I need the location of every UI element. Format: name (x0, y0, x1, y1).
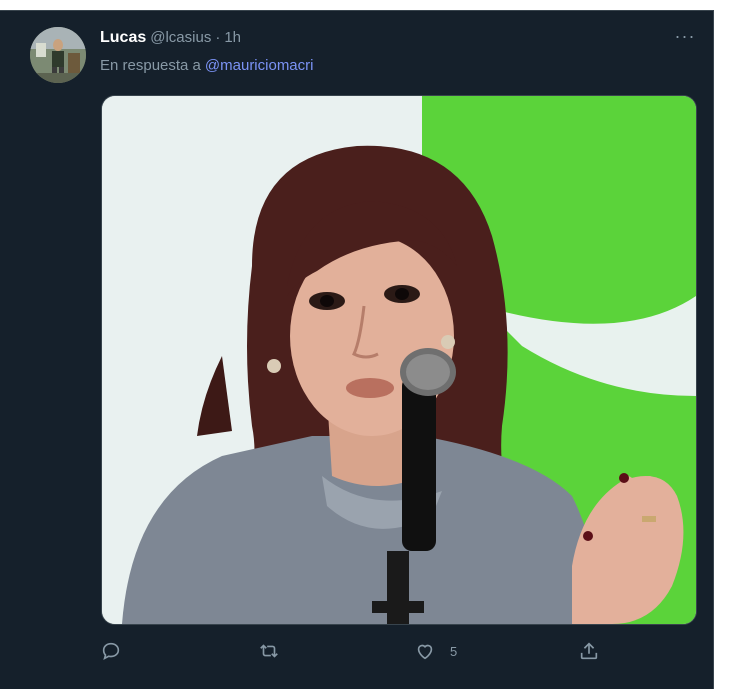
author-name[interactable]: Lucas (100, 29, 146, 46)
like-button[interactable]: 5 (414, 639, 457, 663)
tweet-image[interactable] (101, 95, 697, 625)
action-bar: 5 (0, 639, 714, 665)
separator: · (215, 29, 221, 46)
tweet-header: Lucas @lcasius · 1h (100, 29, 241, 47)
heart-icon (414, 640, 436, 662)
reply-button[interactable] (100, 639, 122, 663)
comment-icon (100, 640, 122, 662)
like-count: 5 (450, 643, 458, 659)
reply-prefix: En respuesta a (100, 57, 201, 74)
tweet-time[interactable]: 1h (224, 29, 241, 46)
tweet-card[interactable]: Lucas @lcasius · 1h ··· En respuesta a @maur… (0, 10, 714, 689)
avatar[interactable] (30, 27, 86, 83)
reply-mention-link[interactable]: @mauriciomacri (205, 57, 314, 74)
share-icon (578, 640, 600, 662)
retweet-button[interactable] (258, 639, 280, 663)
share-button[interactable] (578, 639, 600, 663)
reply-context: En respuesta a @mauriciomacri (100, 57, 313, 74)
author-handle[interactable]: @lcasius (150, 29, 211, 46)
more-options-button[interactable]: ··· (672, 27, 698, 49)
retweet-icon (258, 640, 280, 662)
